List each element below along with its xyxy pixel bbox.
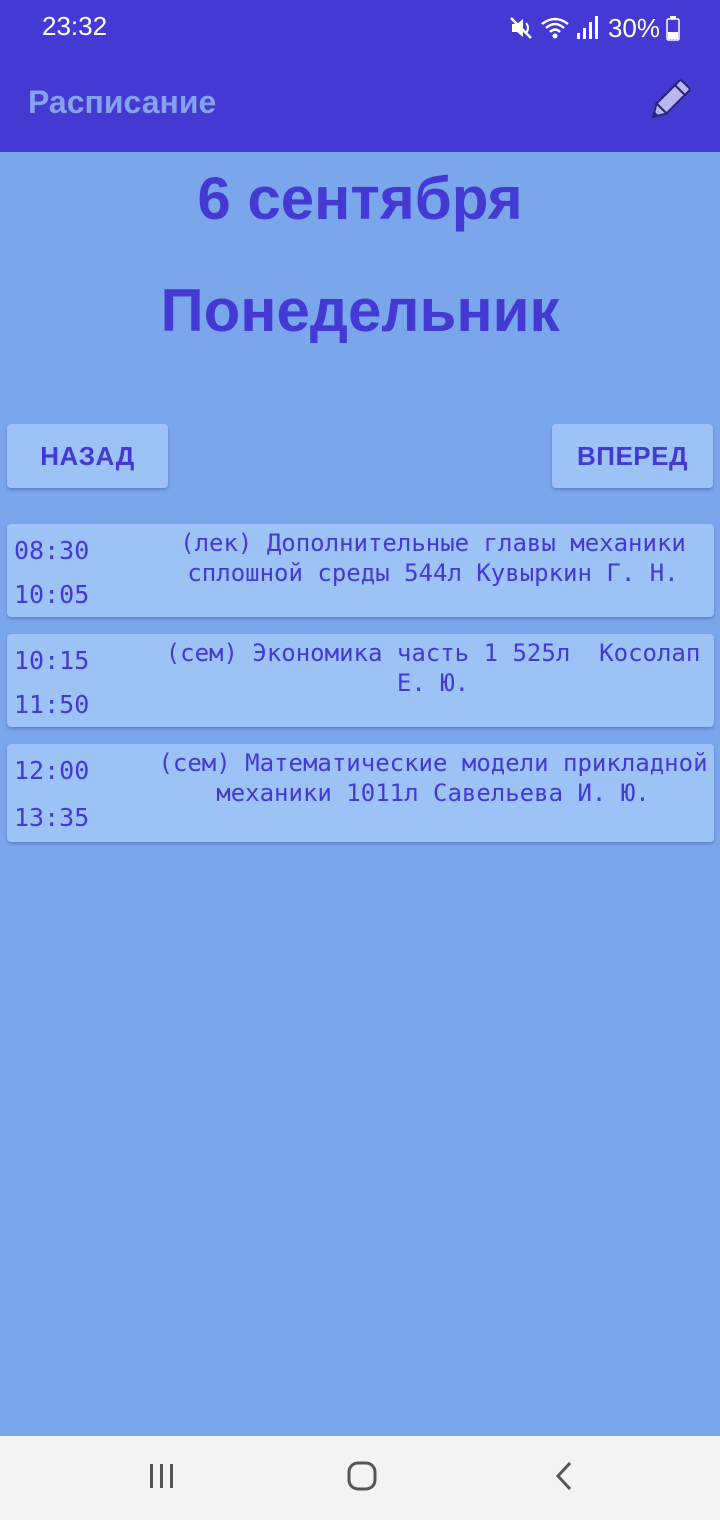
lesson-times: 12:00 13:35 xyxy=(14,756,102,832)
weekday-title: Понедельник xyxy=(160,277,560,344)
lesson-start-time: 08:30 xyxy=(14,536,90,565)
back-button[interactable]: НАЗАД xyxy=(7,424,168,488)
home-button[interactable] xyxy=(340,1458,384,1498)
app-title: Расписание xyxy=(28,84,217,120)
pencil-icon xyxy=(644,74,696,131)
lesson-card[interactable]: 08:30 10:05 (лек) Дополнительные главы м… xyxy=(7,524,714,617)
lesson-end-time: 13:35 xyxy=(14,803,90,832)
system-nav-bar xyxy=(0,1436,720,1520)
lesson-start-time: 10:15 xyxy=(14,646,90,675)
lesson-times: 10:15 11:50 xyxy=(14,646,102,719)
back-nav-button[interactable] xyxy=(542,1458,586,1498)
status-time: 23:32 xyxy=(42,11,108,41)
battery-icon xyxy=(666,15,680,41)
lesson-list: 08:30 10:05 (лек) Дополнительные главы м… xyxy=(7,524,714,859)
battery-percent: 30% xyxy=(607,12,660,43)
home-icon xyxy=(346,1460,378,1497)
lesson-times: 08:30 10:05 xyxy=(14,536,102,609)
lesson-end-time: 10:05 xyxy=(14,580,90,609)
lesson-end-time: 11:50 xyxy=(14,690,90,719)
recents-button[interactable] xyxy=(140,1458,184,1498)
wifi-icon xyxy=(540,15,570,41)
status-icons: 30% xyxy=(508,12,680,44)
recents-icon xyxy=(147,1462,177,1495)
mute-icon xyxy=(508,15,534,41)
back-icon xyxy=(552,1460,576,1497)
signal-icon xyxy=(576,15,598,41)
lesson-description: (сем) Экономика часть 1 525л Косолап Е. … xyxy=(165,639,715,697)
lesson-description: (сем) Математические модели прикладной м… xyxy=(158,749,708,807)
lesson-start-time: 12:00 xyxy=(14,756,90,785)
lesson-card[interactable]: 12:00 13:35 (сем) Математические модели … xyxy=(7,744,714,842)
forward-button[interactable]: ВПЕРЕД xyxy=(552,424,713,488)
date-title: 6 сентября xyxy=(197,165,523,232)
edit-button[interactable] xyxy=(644,76,696,128)
lesson-card[interactable]: 10:15 11:50 (сем) Экономика часть 1 525л… xyxy=(7,634,714,727)
app-header: 23:32 30% Расписание xyxy=(0,0,720,152)
lesson-description: (лек) Дополнительные главы механики спло… xyxy=(180,529,701,587)
